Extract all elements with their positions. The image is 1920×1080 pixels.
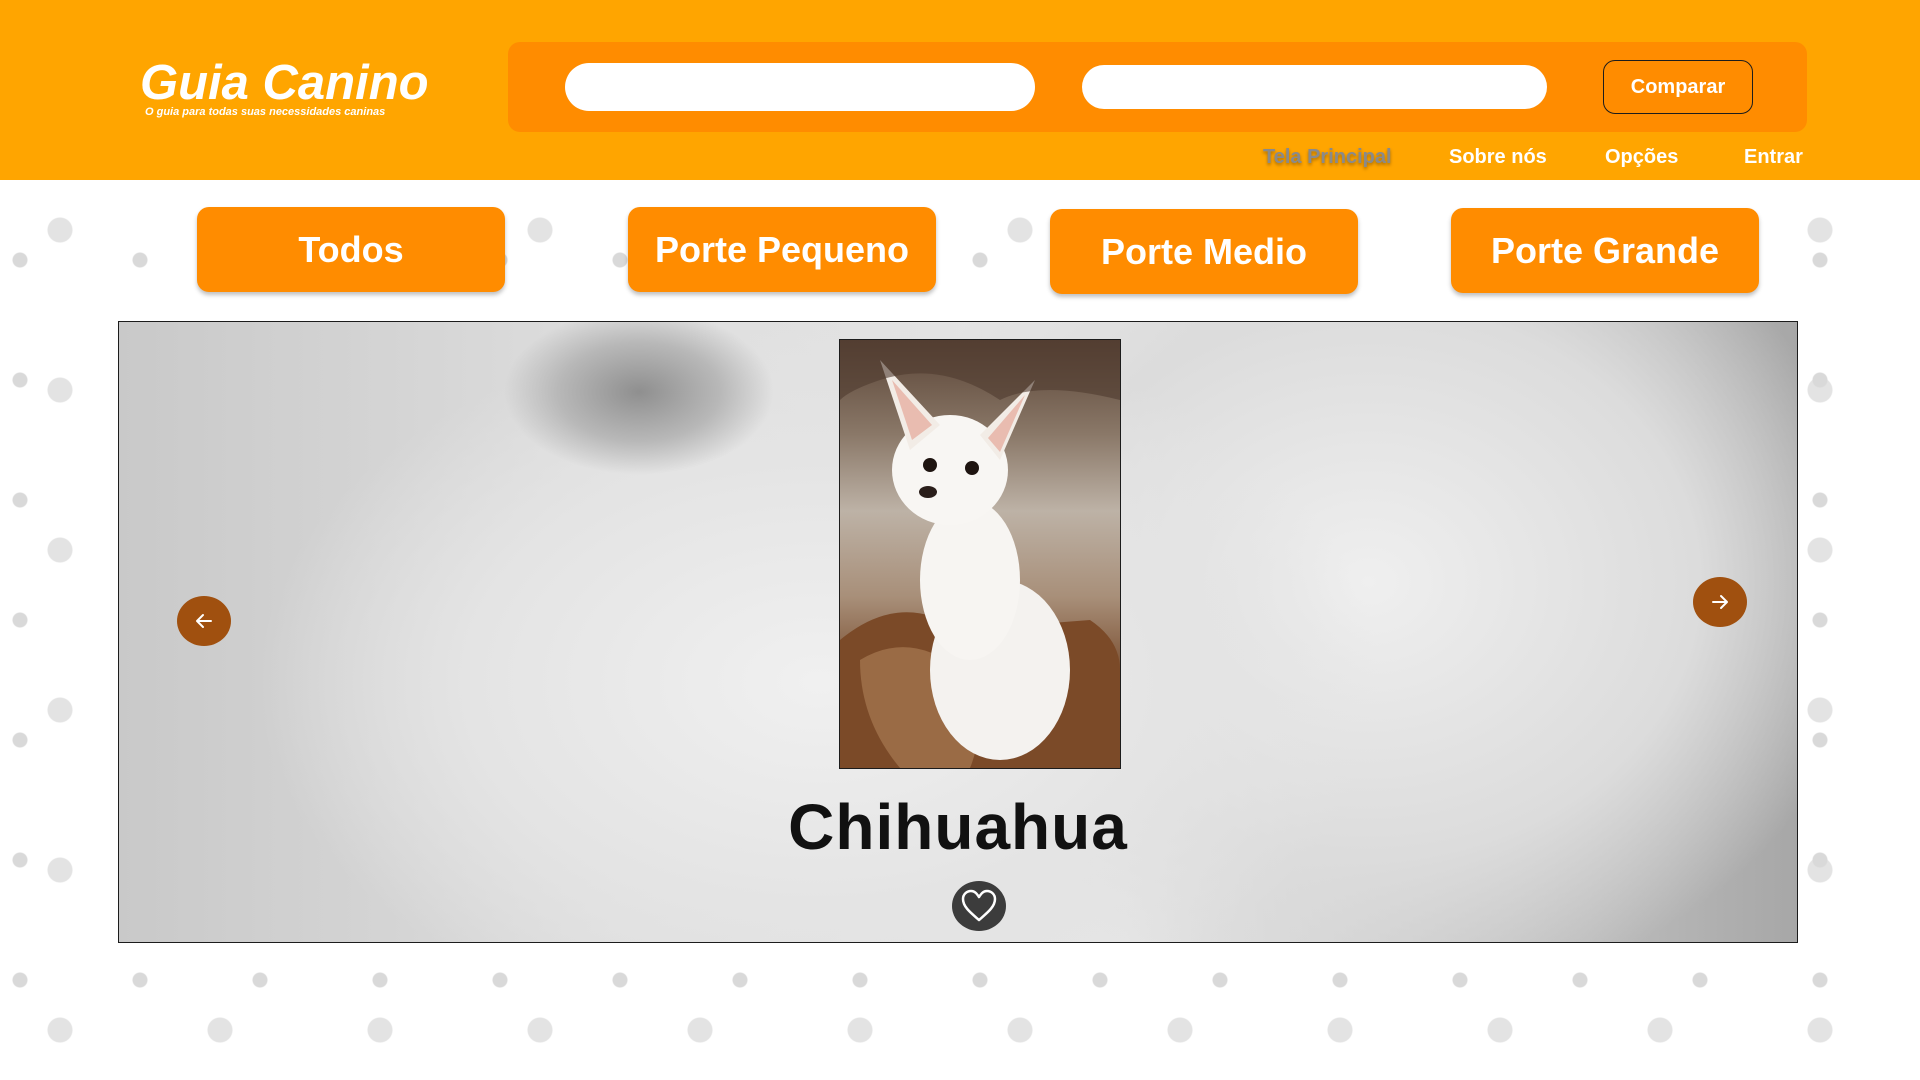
- breed-name: Chihuahua: [788, 791, 1128, 863]
- compare-bar: Comparar: [508, 42, 1807, 132]
- breed-carousel: Chihuahua: [118, 321, 1798, 943]
- arrow-left-icon: [196, 614, 212, 628]
- nav-home[interactable]: Tela Principal: [1263, 146, 1392, 170]
- filter-small-button[interactable]: Porte Pequeno: [628, 207, 936, 292]
- heart-icon: [961, 889, 997, 922]
- nav-about[interactable]: Sobre nós: [1449, 146, 1547, 170]
- carousel-next-button[interactable]: [1693, 577, 1747, 627]
- breed-photo: [839, 339, 1121, 769]
- nav-login[interactable]: Entrar: [1744, 146, 1803, 170]
- filter-large-button[interactable]: Porte Grande: [1451, 208, 1759, 293]
- favorite-button[interactable]: [952, 881, 1006, 931]
- nav-options[interactable]: Opções: [1605, 146, 1678, 170]
- carousel-prev-button[interactable]: [177, 596, 231, 646]
- logo-title: Guia Canino: [140, 56, 429, 110]
- top-header: Guia Canino O guia para todas suas neces…: [0, 0, 1920, 180]
- second-breed-input[interactable]: [1082, 65, 1547, 109]
- filter-all-button[interactable]: Todos: [197, 207, 505, 292]
- first-breed-input[interactable]: [565, 63, 1035, 111]
- arrow-right-icon: [1712, 595, 1728, 609]
- filter-medium-button[interactable]: Porte Medio: [1050, 209, 1358, 294]
- compare-button[interactable]: Comparar: [1603, 60, 1753, 114]
- chihuahua-image: [840, 340, 1120, 768]
- logo[interactable]: Guia Canino O guia para todas suas neces…: [140, 56, 429, 118]
